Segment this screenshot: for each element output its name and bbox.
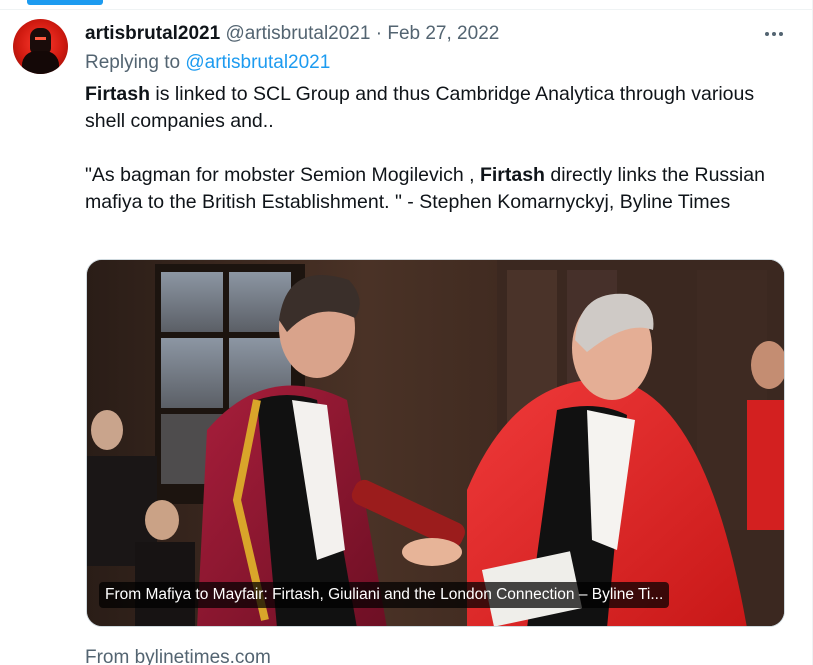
paragraph-text: "As bagman for mobster Semion Mogilevich… bbox=[85, 164, 480, 186]
more-dot bbox=[779, 32, 783, 36]
thread-indicator bbox=[27, 0, 103, 5]
replying-to: Replying to @artisbrutal2021 bbox=[85, 51, 330, 75]
tweet-header: artisbrutal2021 @artisbrutal2021 · Feb 2… bbox=[85, 22, 499, 46]
photo-two-men-in-academic-gowns bbox=[87, 260, 784, 626]
reply-prefix: Replying to bbox=[85, 52, 181, 73]
link-card-caption[interactable]: From Mafiya to Mayfair: Firtash, Giulian… bbox=[99, 582, 670, 608]
bold-name: Firtash bbox=[479, 164, 545, 186]
bold-name: Firtash bbox=[85, 83, 151, 105]
more-dot bbox=[772, 32, 776, 36]
avatar-figure-eyes bbox=[35, 37, 46, 40]
reply-handle-link[interactable]: @artisbrutal2021 bbox=[185, 52, 330, 73]
tweet-date[interactable]: Feb 27, 2022 bbox=[387, 23, 499, 44]
header-separator: · bbox=[375, 23, 383, 44]
tweet-text: Firtash is linked to SCL Group and thus … bbox=[85, 81, 775, 216]
more-dot bbox=[765, 32, 769, 36]
tweet-paragraph-2: "As bagman for mobster Semion Mogilevich… bbox=[85, 162, 775, 216]
display-name[interactable]: artisbrutal2021 bbox=[85, 23, 220, 44]
tweet[interactable]: artisbrutal2021 @artisbrutal2021 · Feb 2… bbox=[0, 0, 813, 665]
avatar[interactable] bbox=[13, 19, 68, 74]
user-handle[interactable]: @artisbrutal2021 bbox=[225, 23, 370, 44]
more-horizontal-icon[interactable] bbox=[762, 22, 786, 46]
divider bbox=[0, 9, 813, 10]
tweet-paragraph-1: Firtash is linked to SCL Group and thus … bbox=[85, 81, 775, 135]
avatar-figure-body bbox=[22, 51, 59, 74]
link-card-source[interactable]: From bylinetimes.com bbox=[85, 646, 271, 665]
link-card-image[interactable]: From Mafiya to Mayfair: Firtash, Giulian… bbox=[86, 259, 785, 627]
paragraph-text: is linked to SCL Group and thus Cambridg… bbox=[85, 83, 755, 132]
